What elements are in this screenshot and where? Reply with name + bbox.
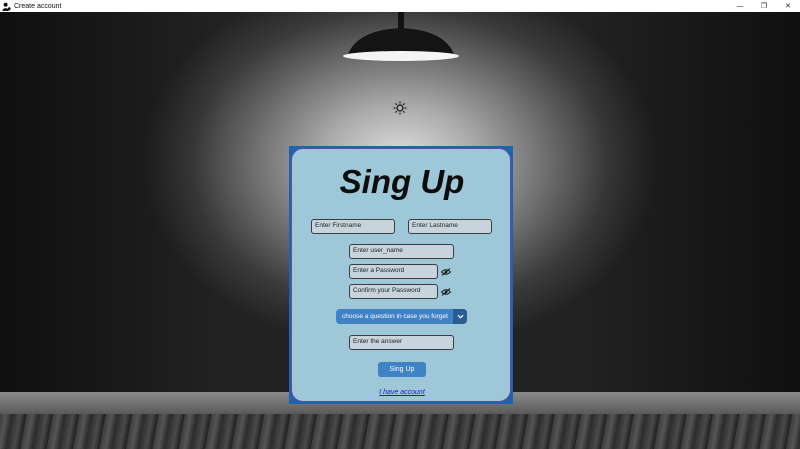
- signup-button[interactable]: Sing Up: [378, 362, 426, 377]
- confirm-password-input[interactable]: Confirm your Password: [349, 284, 438, 299]
- close-button[interactable]: ✕: [776, 0, 800, 12]
- ceiling-lamp-image: [343, 12, 459, 61]
- eye-slash-icon[interactable]: [441, 268, 451, 276]
- title-bar: Create account — ❐ ✕: [0, 0, 800, 12]
- password-input[interactable]: Enter a Password: [349, 264, 438, 279]
- firstname-input[interactable]: Enter Firstname: [311, 219, 395, 234]
- username-input[interactable]: Enter user_name: [349, 244, 454, 259]
- window-title: Create account: [14, 2, 62, 10]
- answer-input[interactable]: Enter the answer: [349, 335, 454, 350]
- background-scene: Sing Up Enter Firstname Enter Lastname E…: [0, 12, 800, 449]
- dropdown-toggle[interactable]: [453, 309, 467, 324]
- security-question-label: choose a question in case you forget: [342, 313, 448, 320]
- signup-form: Sing Up Enter Firstname Enter Lastname E…: [291, 148, 511, 402]
- lastname-input[interactable]: Enter Lastname: [408, 219, 492, 234]
- security-question-select[interactable]: choose a question in case you forget: [336, 309, 467, 324]
- sun-icon[interactable]: [393, 101, 407, 115]
- minimize-button[interactable]: —: [728, 0, 752, 12]
- user-icon: [2, 2, 11, 11]
- wooden-floor: [0, 414, 800, 449]
- form-heading: Sing Up: [339, 163, 465, 200]
- signup-card: Sing Up Enter Firstname Enter Lastname E…: [289, 146, 513, 404]
- chevron-down-icon: [456, 314, 464, 319]
- window-controls: — ❐ ✕: [728, 0, 800, 12]
- login-link[interactable]: I have account: [292, 389, 512, 396]
- eye-slash-icon[interactable]: [441, 288, 451, 296]
- restore-button[interactable]: ❐: [752, 0, 776, 12]
